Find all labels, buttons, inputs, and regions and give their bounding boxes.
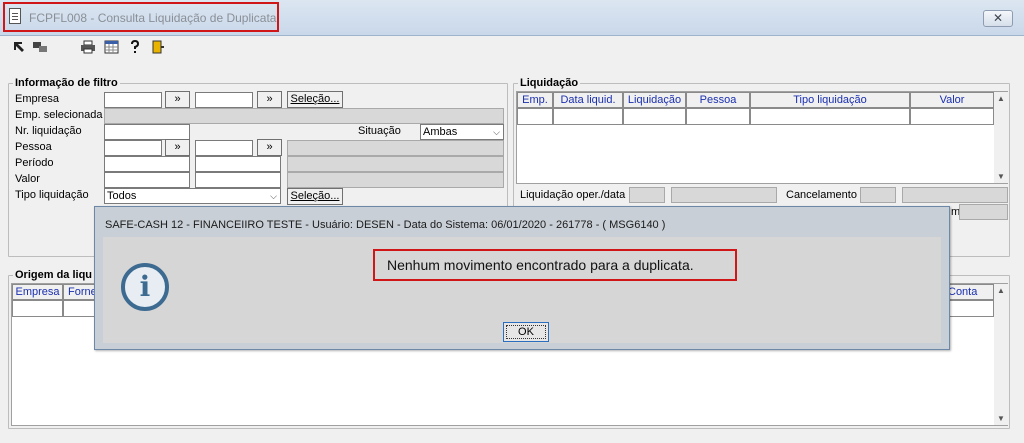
valor-label: Valor xyxy=(15,173,40,185)
grid-cell[interactable] xyxy=(750,108,910,125)
nr-liquidacao-input[interactable] xyxy=(104,124,190,140)
periodo-from-input[interactable] xyxy=(104,156,190,172)
empresa-label: Empresa xyxy=(15,93,60,105)
scroll-up-icon[interactable]: ▲ xyxy=(994,286,1008,295)
col-header-emp[interactable]: Emp. xyxy=(517,92,553,108)
origem-scrollbar[interactable]: ▲ ▼ xyxy=(994,284,1008,425)
grid-cell[interactable] xyxy=(944,300,994,317)
pessoa-name-field xyxy=(287,140,504,156)
emp-selecionada-label: Emp. selecionada xyxy=(15,109,103,121)
origem-group-title: Origem da liqu xyxy=(13,269,95,281)
chevron-down-icon: ⌵ xyxy=(270,191,277,201)
valor-from-input[interactable] xyxy=(104,172,190,188)
liq-data-field xyxy=(671,187,777,203)
col-header-conta[interactable]: Conta xyxy=(944,284,994,300)
message-highlight: Nenhum movimento encontrado para a dupli… xyxy=(373,249,737,281)
grid-cell[interactable] xyxy=(686,108,750,125)
situacao-select[interactable]: Ambas ⌵ xyxy=(420,124,504,140)
filter-group-title: Informação de filtro xyxy=(13,77,120,89)
col-header-liquidacao[interactable]: Liquidação xyxy=(623,92,686,108)
grid-cell[interactable] xyxy=(623,108,686,125)
ok-button[interactable]: OK xyxy=(503,322,549,342)
close-button[interactable]: ✕ xyxy=(983,10,1013,27)
dialog-message: Nenhum movimento encontrado para a dupli… xyxy=(387,257,694,273)
tipo-liquidacao-label: Tipo liquidação xyxy=(15,189,89,201)
periodo-label: Período xyxy=(15,157,54,169)
nr-liquidacao-label: Nr. liquidação xyxy=(15,125,82,137)
info-icon: i xyxy=(121,263,169,311)
chevron-down-icon: ⌵ xyxy=(493,127,500,137)
help-icon[interactable] xyxy=(128,39,142,54)
empresa-input[interactable] xyxy=(104,92,162,108)
valor-to-input[interactable] xyxy=(195,172,281,188)
calendar-grid-icon[interactable] xyxy=(104,40,119,54)
empresa-to-input[interactable] xyxy=(195,92,253,108)
extra-field xyxy=(959,204,1008,220)
grid-cell[interactable] xyxy=(517,108,553,125)
pessoa-lookup-button[interactable]: » xyxy=(165,139,190,156)
col-header-empresa[interactable]: Empresa xyxy=(12,284,63,300)
pessoa-to-input[interactable] xyxy=(195,140,253,156)
tipo-liquidacao-value: Todos xyxy=(107,190,137,202)
dialog-title: SAFE-CASH 12 - FINANCEIIRO TESTE - Usuár… xyxy=(105,219,666,231)
periodo-to-input[interactable] xyxy=(195,156,281,172)
pessoa-to-lookup-button[interactable]: » xyxy=(257,139,282,156)
arrow-record-icon[interactable] xyxy=(32,40,47,54)
pessoa-input[interactable] xyxy=(104,140,162,156)
title-highlight xyxy=(3,2,279,32)
printer-icon[interactable] xyxy=(80,40,95,54)
situacao-value: Ambas xyxy=(423,126,458,138)
arrow-first-icon[interactable] xyxy=(12,40,26,54)
grid-cell[interactable] xyxy=(910,108,994,125)
liquidacao-group-title: Liquidação xyxy=(518,77,581,89)
cancelamento-label: Cancelamento xyxy=(786,189,857,201)
valor-info-field xyxy=(287,172,504,188)
empresa-lookup-button[interactable]: » xyxy=(165,91,190,108)
liq-oper-data-label: Liquidação oper./data xyxy=(520,189,626,201)
col-header-pessoa[interactable]: Pessoa xyxy=(686,92,750,108)
message-dialog: SAFE-CASH 12 - FINANCEIIRO TESTE - Usuár… xyxy=(94,206,950,350)
liquidacao-scrollbar[interactable]: ▲ ▼ xyxy=(994,92,1008,183)
tipo-selecao-button[interactable]: Seleção... xyxy=(287,188,343,205)
grid-cell[interactable] xyxy=(12,300,63,317)
emp-selecionada-field xyxy=(104,108,504,124)
liq-oper-field xyxy=(629,187,665,203)
tipo-liquidacao-select[interactable]: Todos ⌵ xyxy=(104,188,281,204)
scroll-down-icon[interactable]: ▼ xyxy=(994,172,1008,181)
col-header-valor[interactable]: Valor xyxy=(910,92,994,108)
col-header-tipo-liquidacao[interactable]: Tipo liquidação xyxy=(750,92,910,108)
empresa-selecao-button[interactable]: Seleção... xyxy=(287,91,343,108)
grid-cell[interactable] xyxy=(553,108,623,125)
situacao-label: Situação xyxy=(358,125,401,137)
scroll-up-icon[interactable]: ▲ xyxy=(994,94,1008,103)
exit-door-icon[interactable] xyxy=(151,40,165,54)
empresa-to-lookup-button[interactable]: » xyxy=(257,91,282,108)
periodo-info-field xyxy=(287,156,504,172)
col-header-data-liquid[interactable]: Data liquid. xyxy=(553,92,623,108)
pessoa-label: Pessoa xyxy=(15,141,52,153)
cancelamento-data-field xyxy=(902,187,1008,203)
cancelamento-oper-field xyxy=(860,187,896,203)
scroll-down-icon[interactable]: ▼ xyxy=(994,414,1008,423)
